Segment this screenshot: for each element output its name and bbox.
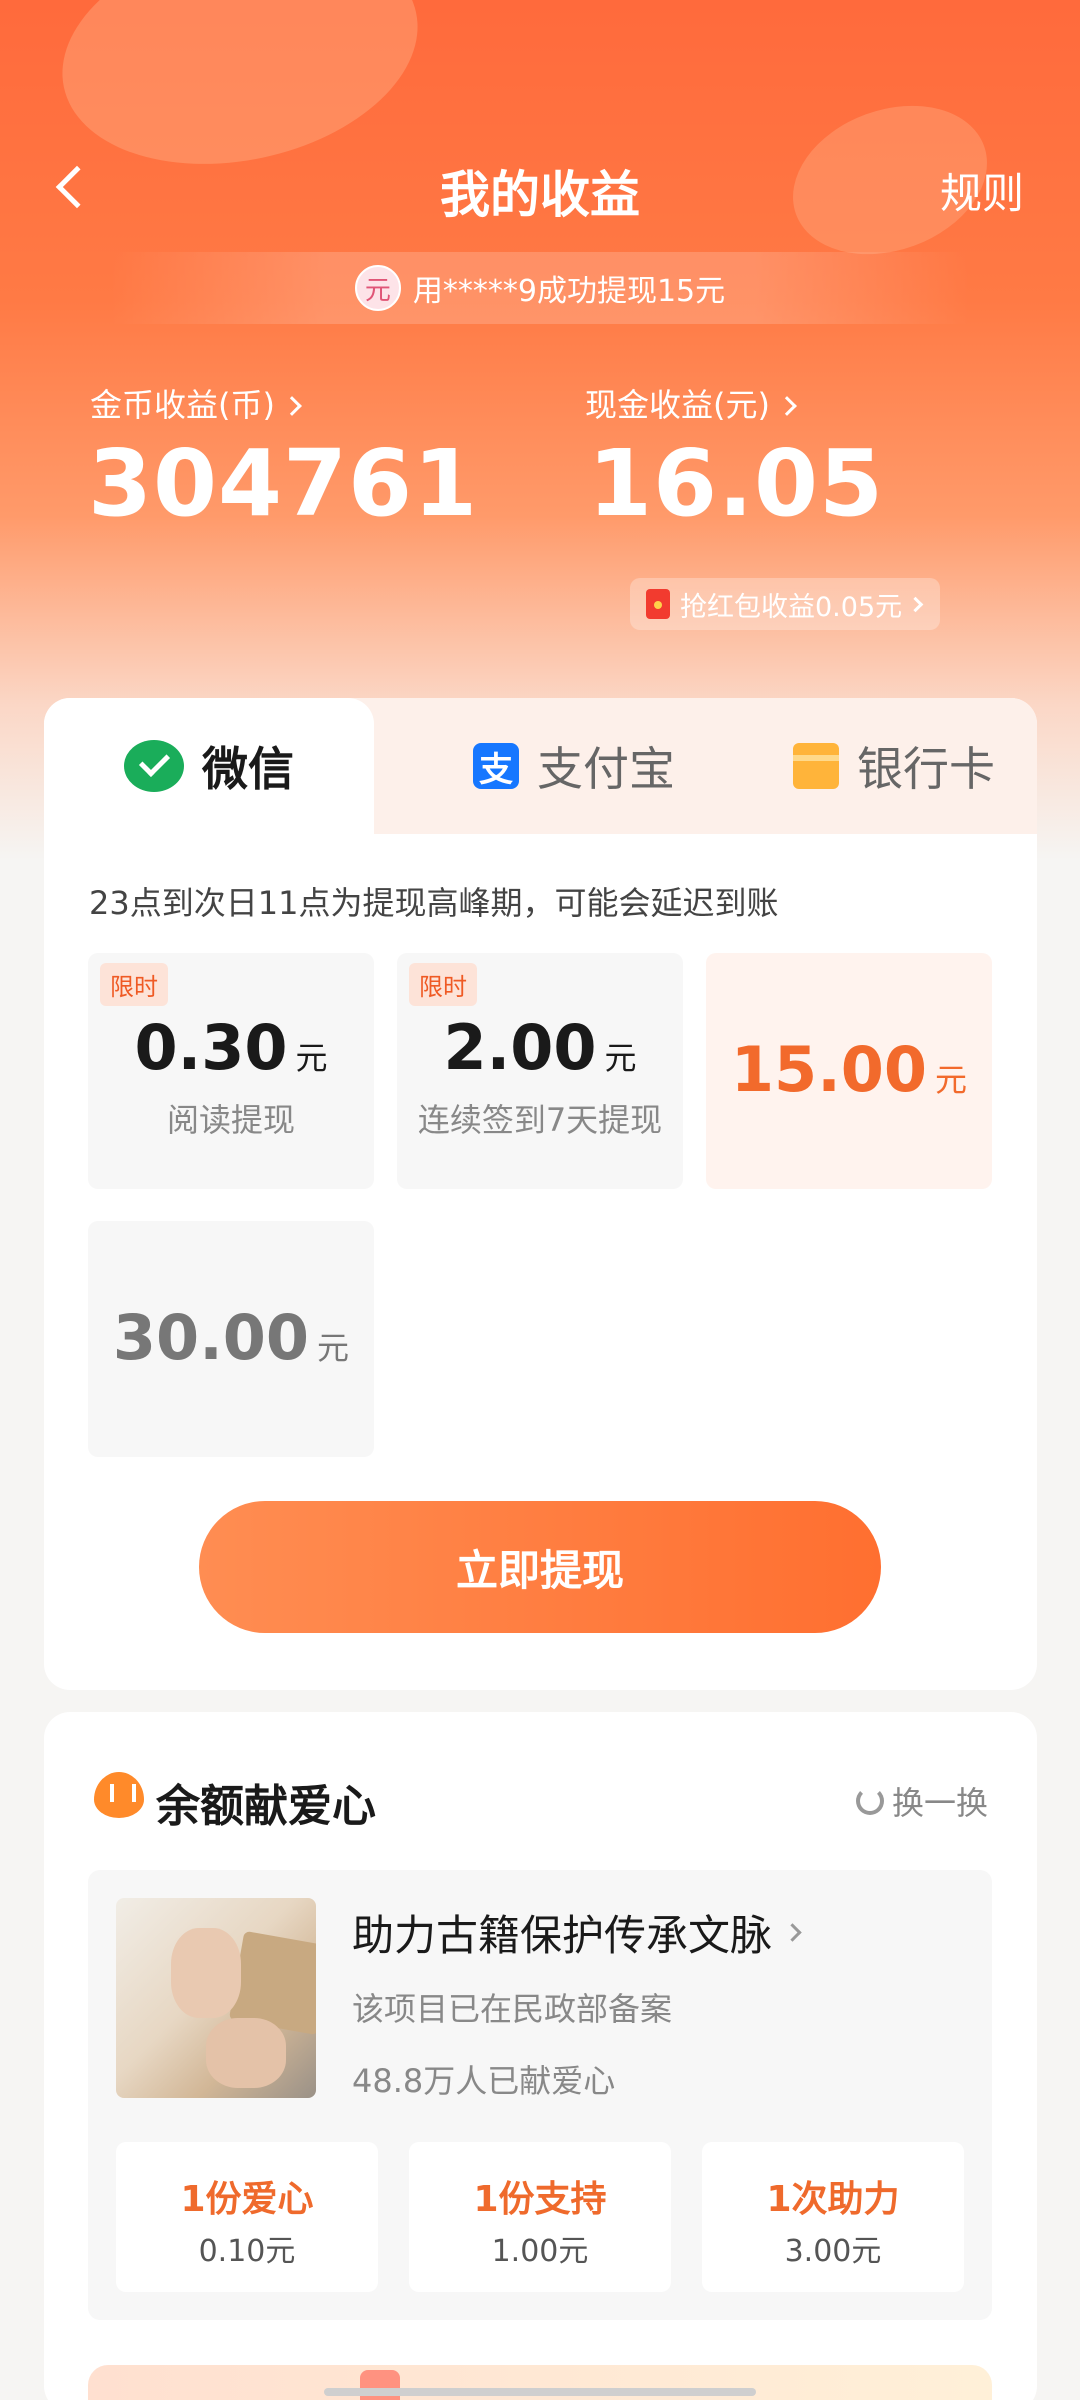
donate-option-title: 1份爱心: [180, 2179, 314, 2220]
donation-card: 余额献爱心 换一换 助力古籍保护传承文脉 该项目已在民政部备案 48.8万人已献…: [44, 1712, 1037, 2400]
donate-option-button[interactable]: 1次助力 3.00元: [702, 2142, 964, 2292]
tab-alipay[interactable]: 支 支付宝: [444, 698, 704, 834]
tab-label: 银行卡: [857, 742, 995, 796]
page-title: 我的收益: [440, 166, 640, 224]
refresh-icon: [856, 1787, 884, 1815]
tab-wechat[interactable]: 微信: [44, 698, 374, 834]
chevron-right-icon: [282, 396, 302, 416]
withdraw-card: 微信 支 支付宝 银行卡 23点到次日11点为提现高峰期，可能会延迟到账 限时 …: [44, 698, 1037, 1690]
project-subtitle: 该项目已在民政部备案: [352, 1990, 673, 2028]
cash-earnings-label: 现金收益(元): [585, 386, 770, 424]
red-envelope-icon: [646, 589, 670, 619]
refresh-button[interactable]: 换一换: [856, 1778, 988, 1824]
withdraw-ticker: 元 用*****9成功提现15元: [110, 252, 970, 324]
amount-option-selected[interactable]: 15.00 元: [706, 953, 992, 1189]
donate-option-button[interactable]: 1份支持 1.00元: [409, 2142, 671, 2292]
tab-label: 微信: [202, 742, 294, 796]
project-title-link[interactable]: 助力古籍保护传承文脉: [352, 1902, 802, 1963]
amount-option[interactable]: 限时 0.30 元 阅读提现: [88, 953, 374, 1189]
amount-value: 2.00 元: [443, 1011, 637, 1084]
section-title: 余额献爱心: [156, 1781, 376, 1832]
donate-option-price: 1.00元: [491, 2234, 589, 2269]
project-donor-count: 48.8万人已献爱心: [352, 2062, 616, 2100]
amount-description: 阅读提现: [166, 1101, 295, 1139]
project-image[interactable]: [116, 1898, 316, 2098]
chevron-right-icon: [777, 396, 797, 416]
amount-value: 0.30 元: [134, 1011, 328, 1084]
amount-value: 15.00 元: [730, 1033, 968, 1106]
wechat-icon: [124, 740, 184, 792]
donate-option-title: 1份支持: [473, 2179, 607, 2220]
donate-option-price: 0.10元: [198, 2234, 296, 2269]
cash-earnings-link[interactable]: 现金收益(元): [585, 380, 797, 426]
withdraw-now-button[interactable]: 立即提现: [199, 1501, 881, 1633]
amount-value: 30.00 元: [112, 1301, 350, 1374]
home-indicator[interactable]: [324, 2388, 756, 2396]
payment-tabs: 微信 支 支付宝 银行卡: [44, 698, 1037, 834]
donation-project: 助力古籍保护传承文脉 该项目已在民政部备案 48.8万人已献爱心 1份爱心 0.…: [88, 1870, 992, 2320]
user-avatar: 元: [354, 265, 401, 311]
chevron-right-icon: [907, 596, 924, 612]
coin-earnings-label: 金币收益(币): [90, 386, 275, 424]
limited-time-badge: 限时: [100, 963, 168, 1006]
coin-earnings-link[interactable]: 金币收益(币): [90, 380, 302, 426]
rules-link[interactable]: 规则: [940, 160, 1024, 221]
chevron-right-icon: [783, 1923, 802, 1942]
donate-option-button[interactable]: 1份爱心 0.10元: [116, 2142, 378, 2292]
limited-time-badge: 限时: [409, 963, 477, 1006]
refresh-label: 换一换: [892, 1784, 989, 1822]
amount-description: 连续签到7天提现: [417, 1101, 663, 1139]
donate-option-title: 1次助力: [766, 2179, 900, 2220]
alipay-icon: 支: [473, 743, 519, 790]
donate-option-price: 3.00元: [784, 2234, 882, 2269]
ticker-text: 用*****9成功提现15元: [412, 274, 726, 309]
coin-earnings-value: 304761: [88, 430, 479, 537]
tab-bank-card[interactable]: 银行卡: [764, 698, 1024, 834]
bank-card-icon: [793, 743, 839, 789]
heart-icon: [94, 1772, 144, 1818]
amount-option[interactable]: 30.00 元: [88, 1221, 374, 1457]
redpack-earnings-text: 抢红包收益0.05元: [680, 591, 903, 623]
amount-option[interactable]: 限时 2.00 元 连续签到7天提现: [397, 953, 683, 1189]
tab-label: 支付宝: [537, 742, 675, 796]
cash-earnings-value: 16.05: [588, 430, 885, 537]
project-title: 助力古籍保护传承文脉: [352, 1911, 773, 1960]
redpack-earnings-link[interactable]: 抢红包收益0.05元: [630, 578, 940, 630]
peak-time-notice: 23点到次日11点为提现高峰期，可能会延迟到账: [89, 884, 779, 922]
